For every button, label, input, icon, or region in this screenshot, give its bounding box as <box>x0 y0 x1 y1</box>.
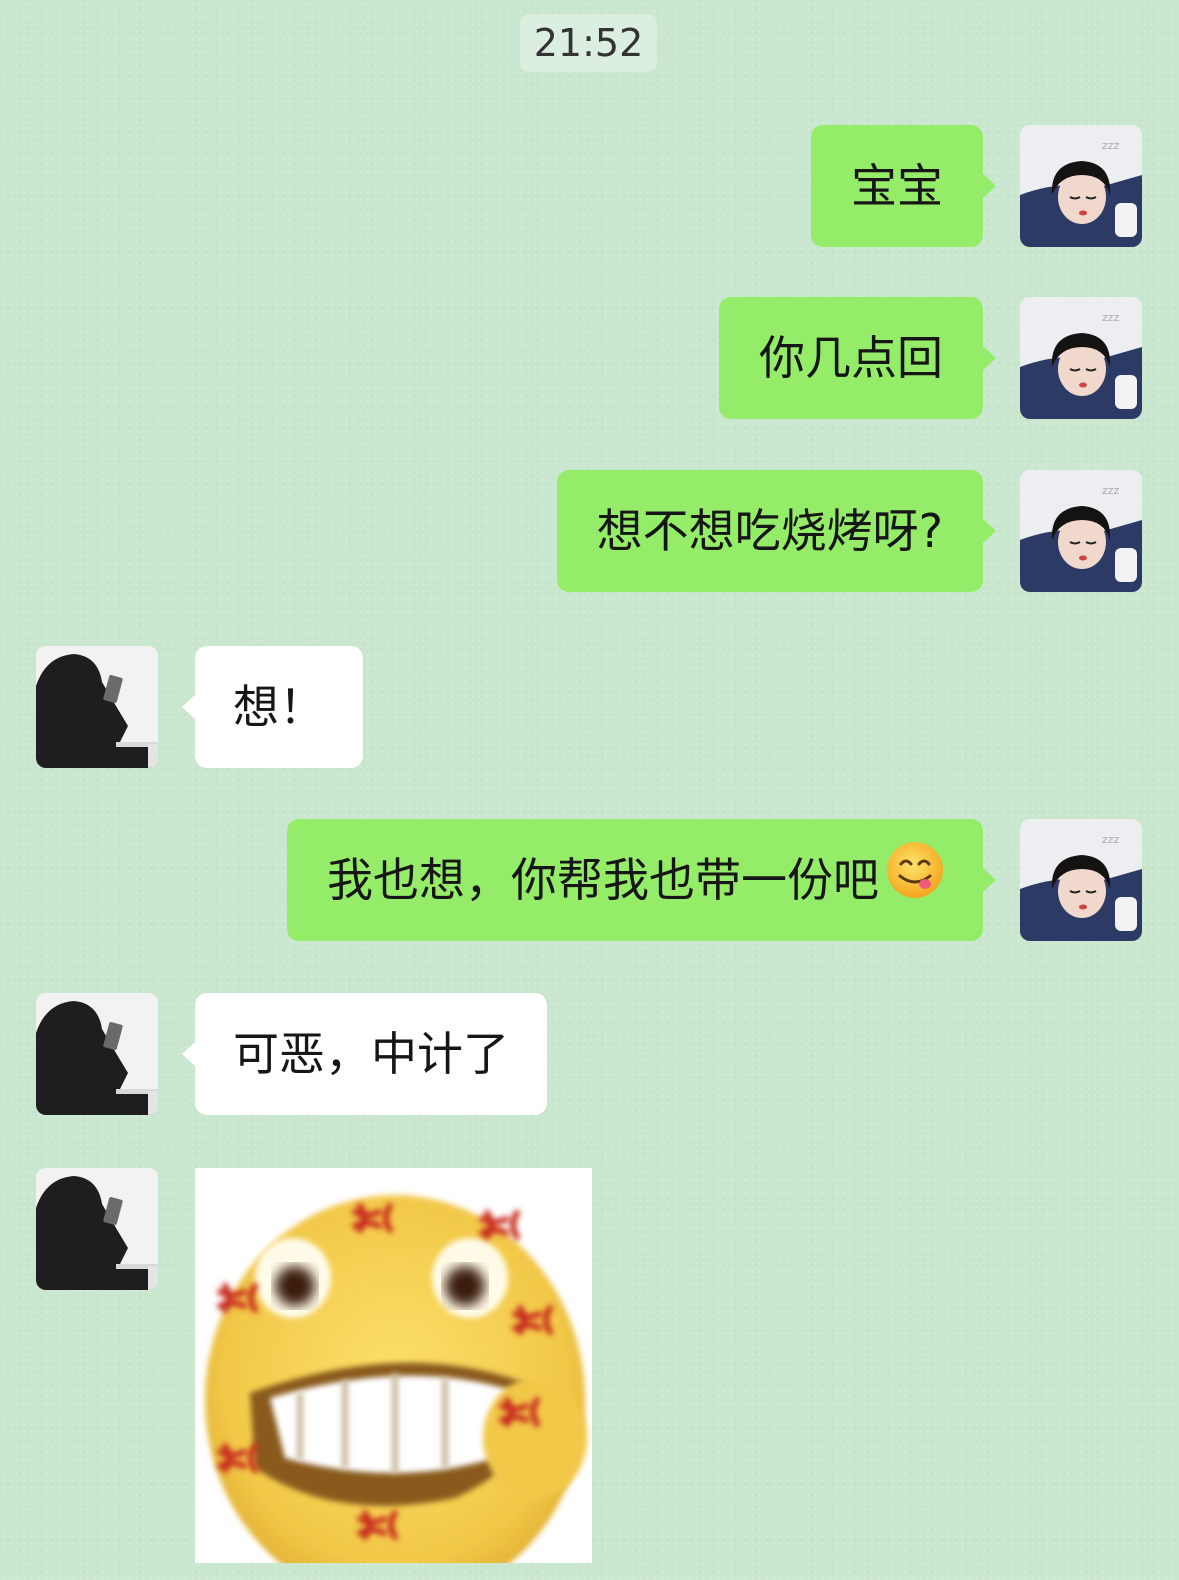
message-bubble-sent[interactable]: 想不想吃烧烤呀? <box>556 470 997 592</box>
sleeping-girl-avatar-image: zzz <box>1020 125 1142 247</box>
angry-grin-sticker[interactable] <box>195 1168 592 1580</box>
contact-avatar[interactable] <box>36 993 158 1115</box>
contact-avatar[interactable] <box>36 1168 158 1290</box>
svg-text:zzz: zzz <box>1102 311 1120 324</box>
message-text: 可恶，中计了 <box>233 1027 509 1081</box>
message-text: 宝宝 <box>851 159 943 213</box>
svg-text:zzz: zzz <box>1102 139 1120 152</box>
message-bubble-received[interactable]: 想！ <box>182 646 363 768</box>
contact-avatar[interactable] <box>36 646 158 768</box>
svg-text:zzz: zzz <box>1102 833 1120 846</box>
message-bubble-sent[interactable]: 我也想，你帮我也带一份吧 <box>287 819 996 941</box>
sleeping-girl-avatar-image: zzz <box>1020 819 1142 941</box>
hooded-person-avatar-image <box>36 993 158 1115</box>
timestamp: 21:52 <box>520 14 657 72</box>
message-text: 你几点回 <box>759 331 943 385</box>
my-avatar[interactable]: zzz <box>1020 470 1142 592</box>
my-avatar[interactable]: zzz <box>1020 125 1142 247</box>
hooded-person-avatar-image <box>36 646 158 768</box>
sleeping-girl-avatar-image: zzz <box>1020 297 1142 419</box>
message-bubble-sent[interactable]: 宝宝 <box>811 125 996 247</box>
sleeping-girl-avatar-image: zzz <box>1020 470 1142 592</box>
svg-text:zzz: zzz <box>1102 484 1120 497</box>
message-text: 想不想吃烧烤呀? <box>596 504 943 558</box>
message-text: 我也想，你帮我也带一份吧 <box>327 853 879 907</box>
yum-face-emoji <box>885 823 945 945</box>
message-bubble-received[interactable]: 可恶，中计了 <box>182 993 547 1115</box>
my-avatar[interactable]: zzz <box>1020 819 1142 941</box>
my-avatar[interactable]: zzz <box>1020 297 1142 419</box>
message-text: 想！ <box>233 680 325 734</box>
hooded-person-avatar-image <box>36 1168 158 1290</box>
angry-grin-face-image <box>195 1168 592 1580</box>
message-bubble-sent[interactable]: 你几点回 <box>719 297 996 419</box>
